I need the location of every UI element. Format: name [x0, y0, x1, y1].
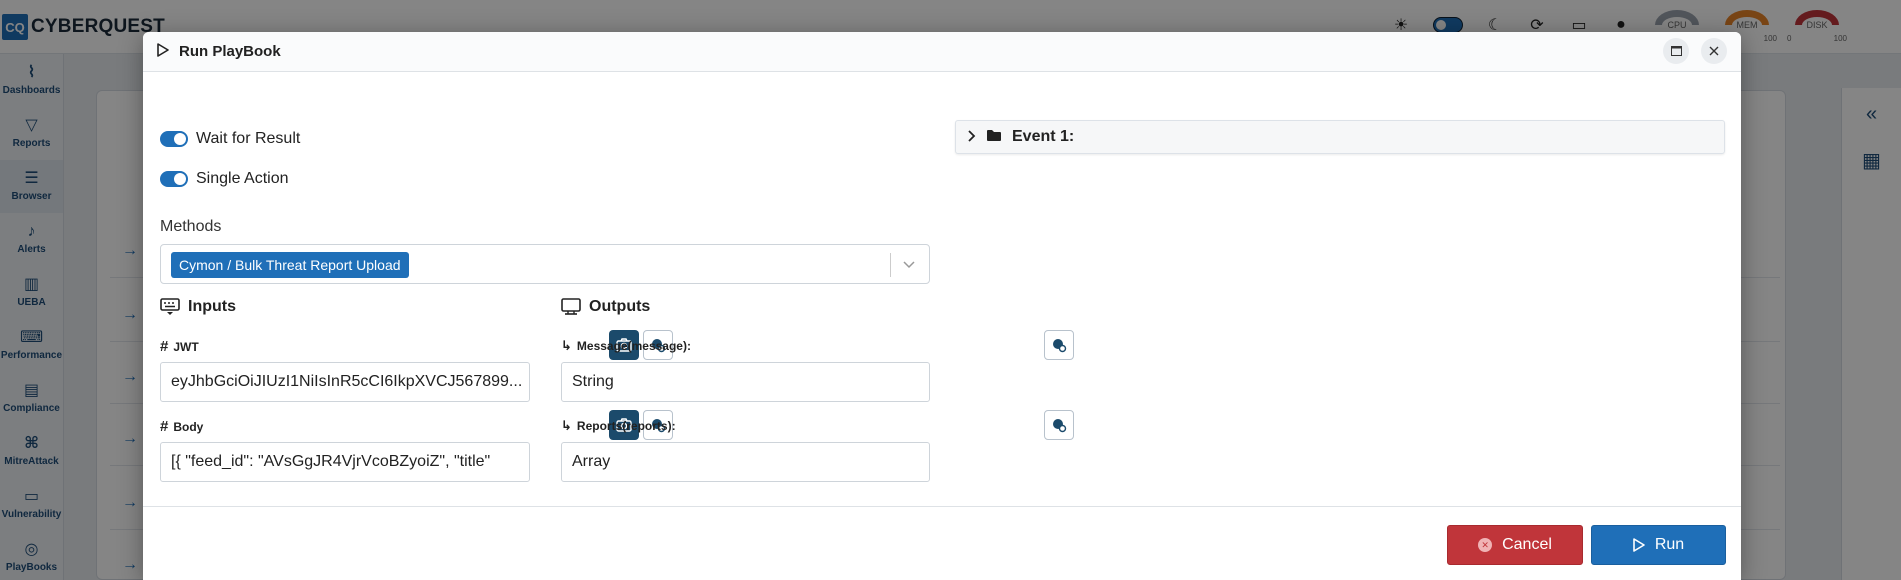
field-label-text: JWT — [173, 339, 199, 354]
select-divider — [890, 253, 891, 277]
body-label: # Body — [160, 418, 203, 435]
keyboard-icon — [160, 298, 180, 315]
jwt-input[interactable]: eyJhbGciOiJIUzI1NiIsInR5cCI6IkpXVCJ56789… — [160, 362, 530, 402]
cancel-button[interactable]: ✕ Cancel — [1447, 525, 1583, 565]
outputs-title: Outputs — [589, 298, 651, 315]
close-icon — [1709, 46, 1719, 56]
wait-for-result-toggle[interactable] — [160, 131, 188, 147]
field-label-text: Message(message): — [576, 339, 691, 353]
wait-for-result-row: Wait for Result — [160, 130, 300, 148]
reports-output-label: ↳ Reports(reports): — [561, 418, 676, 434]
inputs-title: Inputs — [188, 298, 236, 315]
maximize-button[interactable] — [1663, 38, 1689, 64]
hash-icon: # — [160, 418, 169, 435]
close-button[interactable] — [1701, 38, 1727, 64]
run-label: Run — [1654, 536, 1685, 553]
modal-title: Run PlayBook — [179, 43, 281, 60]
single-action-label: Single Action — [196, 170, 289, 187]
output-arrow-icon: ↳ — [561, 418, 572, 433]
monitor-icon — [561, 298, 581, 315]
modal-body: Wait for Result Single Action Methods Cy… — [143, 72, 1741, 498]
chevron-right-icon[interactable] — [968, 129, 976, 145]
methods-select[interactable]: Cymon / Bulk Threat Report Upload — [160, 244, 930, 284]
variable-search-icon — [1053, 419, 1067, 433]
cancel-label: Cancel — [1502, 536, 1552, 553]
wait-for-result-label: Wait for Result — [196, 130, 301, 147]
selected-method-chip[interactable]: Cymon / Bulk Threat Report Upload — [171, 252, 409, 278]
field-label-text: Body — [173, 419, 204, 434]
cancel-circle-icon: ✕ — [1478, 538, 1493, 552]
output-arrow-icon: ↳ — [561, 338, 572, 353]
jwt-label: # JWT — [160, 338, 199, 355]
variable-search-icon — [1053, 339, 1067, 353]
reports-variable-button[interactable] — [1044, 410, 1074, 440]
reports-output-field[interactable]: Array — [561, 442, 930, 482]
modal-header: Run PlayBook — [143, 32, 1741, 72]
message-variable-button[interactable] — [1044, 330, 1074, 360]
field-label-text: Reports(reports): — [576, 419, 676, 433]
event-panel[interactable]: Event 1: — [955, 120, 1725, 154]
modal-footer: ✕ Cancel Run — [143, 506, 1741, 580]
play-icon — [157, 43, 169, 60]
single-action-row: Single Action — [160, 170, 289, 188]
message-output-label: ↳ Message(message): — [561, 338, 691, 354]
run-button[interactable]: Run — [1591, 525, 1726, 565]
hash-icon: # — [160, 338, 169, 355]
methods-label: Methods — [160, 218, 222, 235]
folder-icon — [986, 129, 1002, 145]
run-playbook-modal: Run PlayBook Wait for Result Single Acti… — [143, 32, 1741, 580]
chevron-down-icon[interactable] — [899, 253, 919, 277]
body-input[interactable]: [{ "feed_id": "AVsGgJR4VjrVcoBZyoiZ", "t… — [160, 442, 530, 482]
inputs-section-title: Inputs — [160, 298, 236, 316]
message-output-field[interactable]: String — [561, 362, 930, 402]
play-icon — [1633, 538, 1645, 552]
outputs-section-title: Outputs — [561, 298, 650, 316]
maximize-icon — [1670, 46, 1682, 56]
event-title: Event 1: — [1012, 128, 1075, 145]
single-action-toggle[interactable] — [160, 171, 188, 187]
